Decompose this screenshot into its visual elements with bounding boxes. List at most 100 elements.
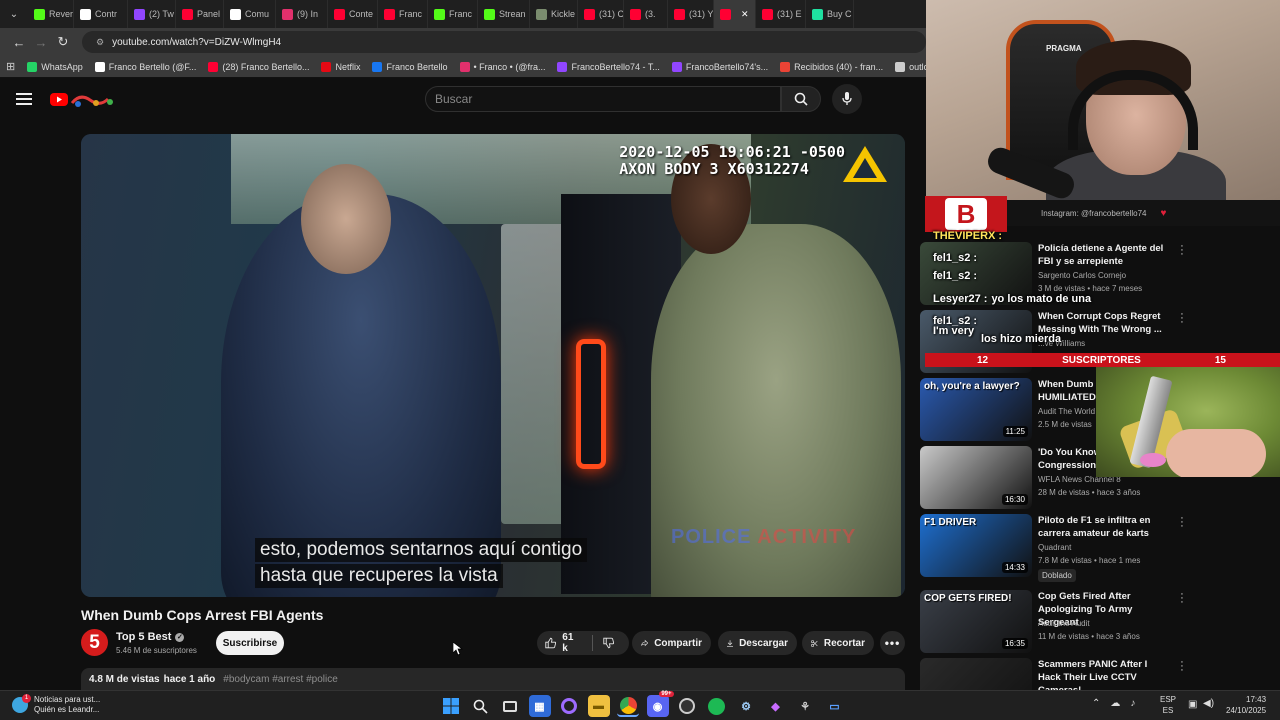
news-widget[interactable]: 1 Noticias para ust... Quién es Leandr..… — [12, 694, 100, 715]
app-gear-icon[interactable]: ⚘ — [794, 695, 816, 717]
steam-icon[interactable]: ⚙ — [735, 695, 757, 717]
apps-grid-icon[interactable]: ⊞ — [6, 60, 15, 73]
browser-tab[interactable]: Franc — [428, 0, 478, 28]
more-vertical-icon[interactable]: ··· — [1180, 309, 1184, 328]
browser-tab[interactable]: (3. — [624, 0, 668, 28]
browser-tab[interactable]: Panel — [176, 0, 224, 28]
browser-tab[interactable]: Franc — [378, 0, 428, 28]
more-vertical-icon[interactable]: ··· — [1180, 513, 1184, 532]
bookmark-item[interactable]: FrancoBertello74's... — [671, 61, 768, 72]
tray-expand-icon[interactable]: ⌃ — [1092, 698, 1100, 709]
taskbar-search-icon[interactable] — [470, 695, 492, 717]
task-view-icon[interactable] — [499, 695, 521, 717]
video-thumbnail[interactable]: 16:30 — [920, 446, 1032, 509]
windows-start-icon[interactable] — [440, 695, 462, 717]
search-input[interactable]: Buscar — [425, 86, 781, 112]
menu-icon[interactable] — [16, 93, 32, 105]
more-actions-button[interactable]: ••• — [880, 631, 905, 655]
youtube-logo[interactable] — [50, 91, 116, 109]
app-purple-icon[interactable] — [558, 695, 580, 717]
discord-icon[interactable]: ◉ 99+ — [646, 691, 674, 717]
browser-tab[interactable]: (2) Tw — [128, 0, 176, 28]
browser-toolbar: ← → ↻ ⚙ youtube.com/watch?v=DiZW-WlmgH4 — [0, 28, 926, 56]
chrome-icon[interactable] — [617, 695, 639, 717]
site-info-icon[interactable]: ⚙ — [96, 37, 104, 48]
clock[interactable]: 17:43 24/10/2025 — [1226, 694, 1266, 716]
browser-tab[interactable]: (31) C — [578, 0, 624, 28]
spotify-icon[interactable] — [706, 695, 728, 717]
more-vertical-icon[interactable]: ··· — [1180, 589, 1184, 608]
thumbs-down-icon[interactable] — [603, 636, 614, 650]
browser-tab[interactable]: Rever — [28, 0, 74, 28]
related-video-channel[interactable]: Quadrant — [1038, 543, 1071, 552]
video-thumbnail[interactable]: COP GETS FIRED! 16:35 — [920, 590, 1032, 653]
mic-tray-icon[interactable]: ♪ — [1130, 698, 1135, 709]
channel-name-row[interactable]: Top 5 Best ✓ — [116, 631, 185, 643]
bookmark-item[interactable]: (28) Franco Bertello... — [208, 61, 309, 72]
clip-hand — [1166, 429, 1266, 477]
channel-name[interactable]: Top 5 Best — [116, 631, 171, 643]
language-indicator[interactable]: ESP ES — [1160, 694, 1176, 716]
more-vertical-icon[interactable]: ··· — [1180, 241, 1184, 260]
upload-age: hace 1 año — [163, 673, 216, 685]
browser-tab[interactable]: Comu — [224, 0, 276, 28]
bookmark-item[interactable]: • Franco • (@fra... — [459, 61, 545, 72]
bookmark-item[interactable]: WhatsApp — [27, 61, 83, 72]
watermark-part-a: POLICE — [671, 526, 752, 548]
browser-tab[interactable]: ✕ — [714, 0, 756, 28]
bookmark-item[interactable]: Netflix — [321, 61, 360, 72]
related-video-item[interactable]: F1 DRIVER 14:33 Piloto de F1 se infiltra e… — [920, 513, 1200, 582]
video-thumbnail[interactable]: F1 DRIVER 14:33 — [920, 514, 1032, 577]
hashtags[interactable]: #bodycam #arrest #police — [223, 674, 338, 685]
browser-tab[interactable]: (9) In — [276, 0, 328, 28]
channel-avatar[interactable]: 5 — [81, 629, 108, 656]
related-video-item[interactable]: COP GETS FIRED! 16:35 Cop Gets Fired After… — [920, 589, 1200, 654]
app-window-icon[interactable]: ▭ — [824, 695, 846, 717]
bookmark-item[interactable]: FrancoBertello74 - T... — [557, 61, 660, 72]
related-video-channel[interactable]: Sargento Carlos Cornejo — [1038, 271, 1126, 280]
browser-tab[interactable]: Kickle — [530, 0, 578, 28]
browser-tab[interactable]: Conte — [328, 0, 378, 28]
video-thumbnail[interactable]: oh, you're a lawyer? 11:25 — [920, 378, 1032, 441]
app-circle-icon[interactable] — [676, 695, 698, 717]
related-video-channel[interactable]: Audit the Audit — [1038, 619, 1090, 628]
view-count: 4.8 M de vistas — [89, 673, 160, 685]
back-icon[interactable]: ← — [8, 35, 30, 50]
bookmark-item[interactable]: Franco Bertello — [372, 61, 448, 72]
reload-icon[interactable]: ↻ — [52, 34, 74, 50]
timestamp-line-2: AXON BODY 3 X60312274 — [619, 160, 809, 178]
file-explorer-icon[interactable]: ▬ — [587, 695, 610, 717]
tab-favicon-icon — [34, 8, 45, 20]
browser-tab[interactable]: Strean — [478, 0, 530, 28]
search-button[interactable] — [781, 86, 821, 112]
bookmark-item[interactable]: Recibidos (40) - fran... — [780, 61, 883, 72]
volume-icon[interactable]: ◀) — [1203, 698, 1214, 709]
share-button[interactable]: Compartir — [632, 631, 711, 655]
tab-search-icon[interactable]: ⌄ — [4, 4, 24, 24]
related-video-channel[interactable]: Audit The World — [1038, 407, 1095, 416]
tab-close-icon[interactable]: ✕ — [741, 9, 749, 20]
browser-tab[interactable]: Contr — [74, 0, 128, 28]
download-button[interactable]: Descargar — [718, 631, 797, 655]
related-video-title[interactable]: Policía detiene a Agente del FBI y se ar… — [1038, 242, 1168, 268]
forward-icon[interactable]: → — [30, 35, 52, 50]
browser-tab[interactable]: (31) E — [756, 0, 806, 28]
browser-tab[interactable]: Buy C — [806, 0, 854, 28]
store-icon[interactable]: ▦ — [528, 695, 551, 717]
address-bar[interactable]: ⚙ youtube.com/watch?v=DiZW-WlmgH4 — [82, 31, 926, 53]
bookmark-favicon-icon — [94, 61, 105, 72]
browser-tab[interactable]: (31) Y — [668, 0, 714, 28]
subscribe-button[interactable]: Suscribirse — [216, 631, 284, 655]
obs-icon[interactable]: ◆ — [765, 695, 787, 717]
voice-search-button[interactable] — [832, 84, 862, 114]
chat-username: I'm very — [933, 325, 975, 337]
cloud-icon[interactable]: ☁ — [1110, 698, 1120, 709]
clip-button[interactable]: Recortar — [802, 631, 874, 655]
related-video-title[interactable]: Piloto de F1 se infiltra en carrera amat… — [1038, 514, 1168, 540]
bookmark-item[interactable]: Franco Bertello (@F... — [94, 61, 196, 72]
like-button[interactable]: 61 k — [537, 631, 629, 655]
more-vertical-icon[interactable]: ··· — [1180, 657, 1184, 676]
description-box[interactable]: 4.8 M de vistas hace 1 año #bodycam #arr… — [81, 668, 905, 690]
video-player[interactable]: 2020-12-05 19:06:21 -0500 AXON BODY 3 X6… — [81, 134, 905, 597]
network-icon[interactable]: ▣ — [1188, 699, 1197, 710]
